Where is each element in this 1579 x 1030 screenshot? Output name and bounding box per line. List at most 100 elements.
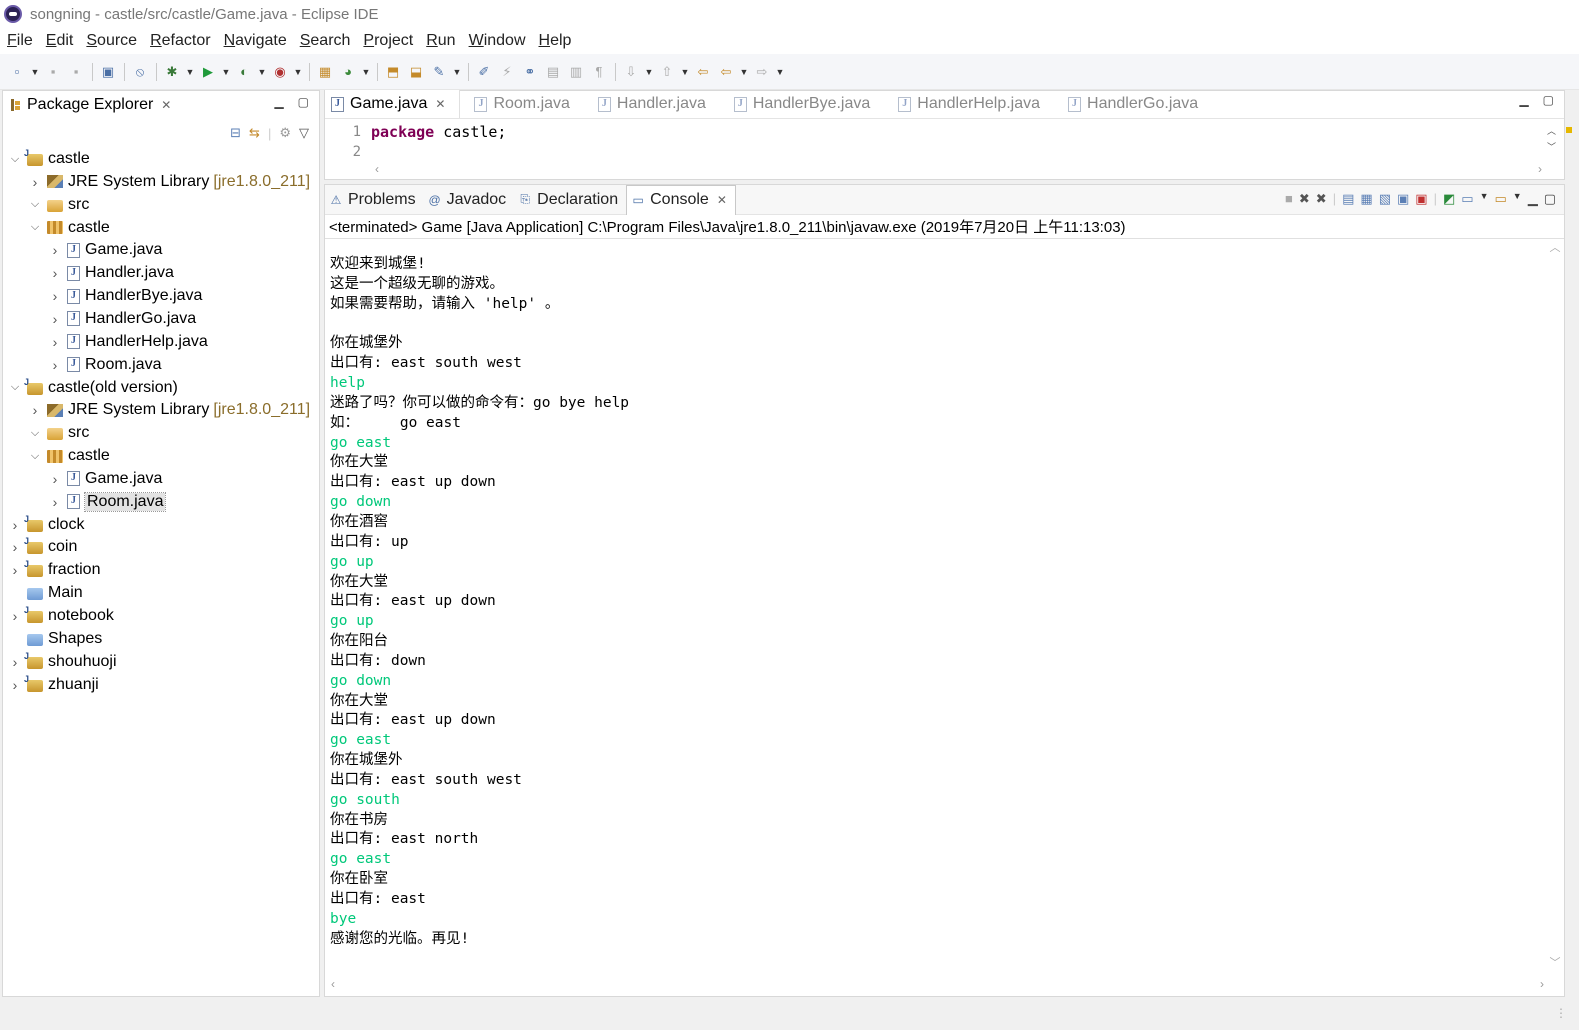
display-console-dropdown-icon[interactable]: ▼ <box>1480 191 1489 207</box>
next-annotation-icon[interactable]: ⇩ <box>620 61 642 83</box>
view-tab[interactable]: ▭ Console ✕ <box>626 184 736 215</box>
tree-item[interactable]: ⌵ src <box>29 422 90 444</box>
chevron-right-icon[interactable]: › <box>9 562 21 578</box>
tree-item[interactable]: › clock <box>9 514 85 536</box>
run-icon[interactable]: ▶ <box>197 61 219 83</box>
open-task-icon[interactable]: ⬓ <box>405 61 427 83</box>
scroll-left-icon[interactable]: ‹ <box>375 162 379 176</box>
chevron-down-icon[interactable]: ⌵ <box>29 221 41 234</box>
last-edit-icon[interactable]: ⇦ <box>692 61 714 83</box>
tree-item[interactable]: › JRE System Library [jre1.8.0_211] <box>29 171 310 193</box>
tree-item[interactable]: ›Main <box>9 582 83 604</box>
close-icon[interactable]: ✕ <box>435 97 445 111</box>
tree-item[interactable]: › HandlerHelp.java <box>49 331 208 353</box>
show-on-stdout-icon[interactable]: ▣ <box>1397 191 1409 207</box>
menu-run[interactable]: Run <box>421 32 460 50</box>
skip-breakpoints-icon[interactable]: ⦸ <box>129 61 151 83</box>
tree-item[interactable]: › Handler.java <box>49 262 174 284</box>
menu-navigate[interactable]: Navigate <box>219 32 292 50</box>
open-console-icon[interactable]: ▭ <box>1494 191 1506 207</box>
scroll-left-icon[interactable]: ‹ <box>331 977 335 991</box>
external-tools-dropdown-icon[interactable]: ▼ <box>292 61 304 83</box>
view-menu-icon[interactable]: ▽ <box>299 125 309 141</box>
menu-project[interactable]: Project <box>358 32 418 50</box>
menu-source[interactable]: Source <box>81 32 142 50</box>
chevron-right-icon[interactable]: › <box>49 288 61 304</box>
debug-icon[interactable]: ✱ <box>161 61 183 83</box>
tree-item[interactable]: ›Shapes <box>9 628 102 650</box>
pin-console-icon[interactable]: ◩ <box>1443 191 1455 207</box>
chevron-down-icon[interactable]: ⌵ <box>29 427 41 440</box>
open-type-icon[interactable]: ⬒ <box>382 61 404 83</box>
minimize-icon[interactable]: ▁ <box>1528 191 1538 207</box>
scroll-down-icon[interactable]: ﹀ <box>1550 954 1561 970</box>
console-vertical-scrollbar[interactable]: ︿ ﹀ <box>1548 239 1562 970</box>
chevron-right-icon[interactable]: › <box>49 311 61 327</box>
new-package-icon[interactable]: ▦ <box>314 61 336 83</box>
tree-item[interactable]: ⌵ castle <box>9 148 90 170</box>
chevron-down-icon[interactable]: ⌵ <box>9 153 21 166</box>
terminal-icon[interactable]: ▣ <box>97 61 119 83</box>
chevron-down-icon[interactable]: ⌵ <box>9 381 21 394</box>
show-on-stderr-icon[interactable]: ▣ <box>1415 191 1427 207</box>
tree-item[interactable]: ⌵ castle(old version) <box>9 377 178 399</box>
console-output[interactable]: 欢迎来到城堡! 这是一个超级无聊的游戏。 如果需要帮助，请输入 'help' 。你在… <box>330 255 629 950</box>
tree-item[interactable]: › notebook <box>9 605 114 627</box>
editor-tab[interactable]: Game.java ✕ <box>325 90 461 118</box>
code-area[interactable]: 1 2 package castle; <box>325 119 1564 161</box>
tree-item[interactable]: › Game.java <box>49 468 163 490</box>
menu-search[interactable]: Search <box>295 32 356 50</box>
scroll-right-icon[interactable]: › <box>1538 162 1542 176</box>
block-selection-icon[interactable]: ▤ <box>542 61 564 83</box>
new-class-icon[interactable]: ◕ <box>337 61 359 83</box>
new-dropdown-icon[interactable]: ▼ <box>29 61 41 83</box>
remove-launch-icon[interactable]: ✖ <box>1299 191 1310 207</box>
close-icon[interactable]: ✕ <box>161 98 171 112</box>
tree-item[interactable]: › fraction <box>9 559 101 581</box>
package-explorer-tab[interactable]: Package Explorer ✕ ▁ ▢ <box>3 91 319 119</box>
chevron-right-icon[interactable]: › <box>49 242 61 258</box>
minimize-icon[interactable]: ▁ <box>274 95 283 109</box>
chevron-right-icon[interactable]: › <box>29 174 41 190</box>
chevron-down-icon[interactable]: ⌵ <box>29 198 41 211</box>
tree-item[interactable]: ⌵ castle <box>29 217 110 239</box>
tree-item[interactable]: › Game.java <box>49 239 163 261</box>
display-console-icon[interactable]: ▭ <box>1461 191 1473 207</box>
save-all-icon[interactable]: ▪ <box>65 61 87 83</box>
editor-tab[interactable]: HandlerBye.java <box>728 90 884 118</box>
terminate-icon[interactable]: ■ <box>1285 191 1293 207</box>
overview-ruler-marker[interactable] <box>1566 127 1572 133</box>
maximize-icon[interactable]: ▢ <box>298 95 309 109</box>
forward-dropdown-icon[interactable]: ▼ <box>774 61 786 83</box>
menu-edit[interactable]: Edit <box>41 32 79 50</box>
chevron-right-icon[interactable]: › <box>9 517 21 533</box>
search-dropdown-icon[interactable]: ▼ <box>451 61 463 83</box>
scroll-right-icon[interactable]: › <box>1540 977 1544 991</box>
annotation-icon[interactable]: ✐ <box>473 61 495 83</box>
link-with-editor-icon[interactable]: ⇆ <box>249 125 260 141</box>
chevron-right-icon[interactable]: › <box>9 608 21 624</box>
tree-item[interactable]: › shouhuoji <box>9 651 117 673</box>
new-class-dropdown-icon[interactable]: ▼ <box>360 61 372 83</box>
chevron-right-icon[interactable]: › <box>49 494 61 510</box>
console-horizontal-scrollbar[interactable]: ‹ › <box>331 976 1544 992</box>
save-icon[interactable]: ▪ <box>42 61 64 83</box>
chevron-right-icon[interactable]: › <box>9 677 21 693</box>
tree-item[interactable]: › HandlerGo.java <box>49 308 197 330</box>
prev-annotation-icon[interactable]: ⇧ <box>656 61 678 83</box>
external-tools-icon[interactable]: ◉ <box>269 61 291 83</box>
open-console-dropdown-icon[interactable]: ▼ <box>1513 191 1522 207</box>
debug-dropdown-icon[interactable]: ▼ <box>184 61 196 83</box>
collapse-all-icon[interactable]: ⊟ <box>230 125 241 141</box>
view-tab[interactable]: ⎘ Declaration <box>514 185 626 215</box>
back-icon[interactable]: ⇦ <box>715 61 737 83</box>
show-whitespace-icon[interactable]: ▥ <box>565 61 587 83</box>
maximize-icon[interactable]: ▢ <box>1544 191 1556 207</box>
menu-file[interactable]: File <box>2 32 38 50</box>
chevron-right-icon[interactable]: › <box>9 539 21 555</box>
forward-icon[interactable]: ⇨ <box>751 61 773 83</box>
menu-help[interactable]: Help <box>534 32 577 50</box>
chevron-right-icon[interactable]: › <box>49 334 61 350</box>
editor-tab[interactable]: Room.java <box>468 90 583 118</box>
coverage-dropdown-icon[interactable]: ▼ <box>256 61 268 83</box>
